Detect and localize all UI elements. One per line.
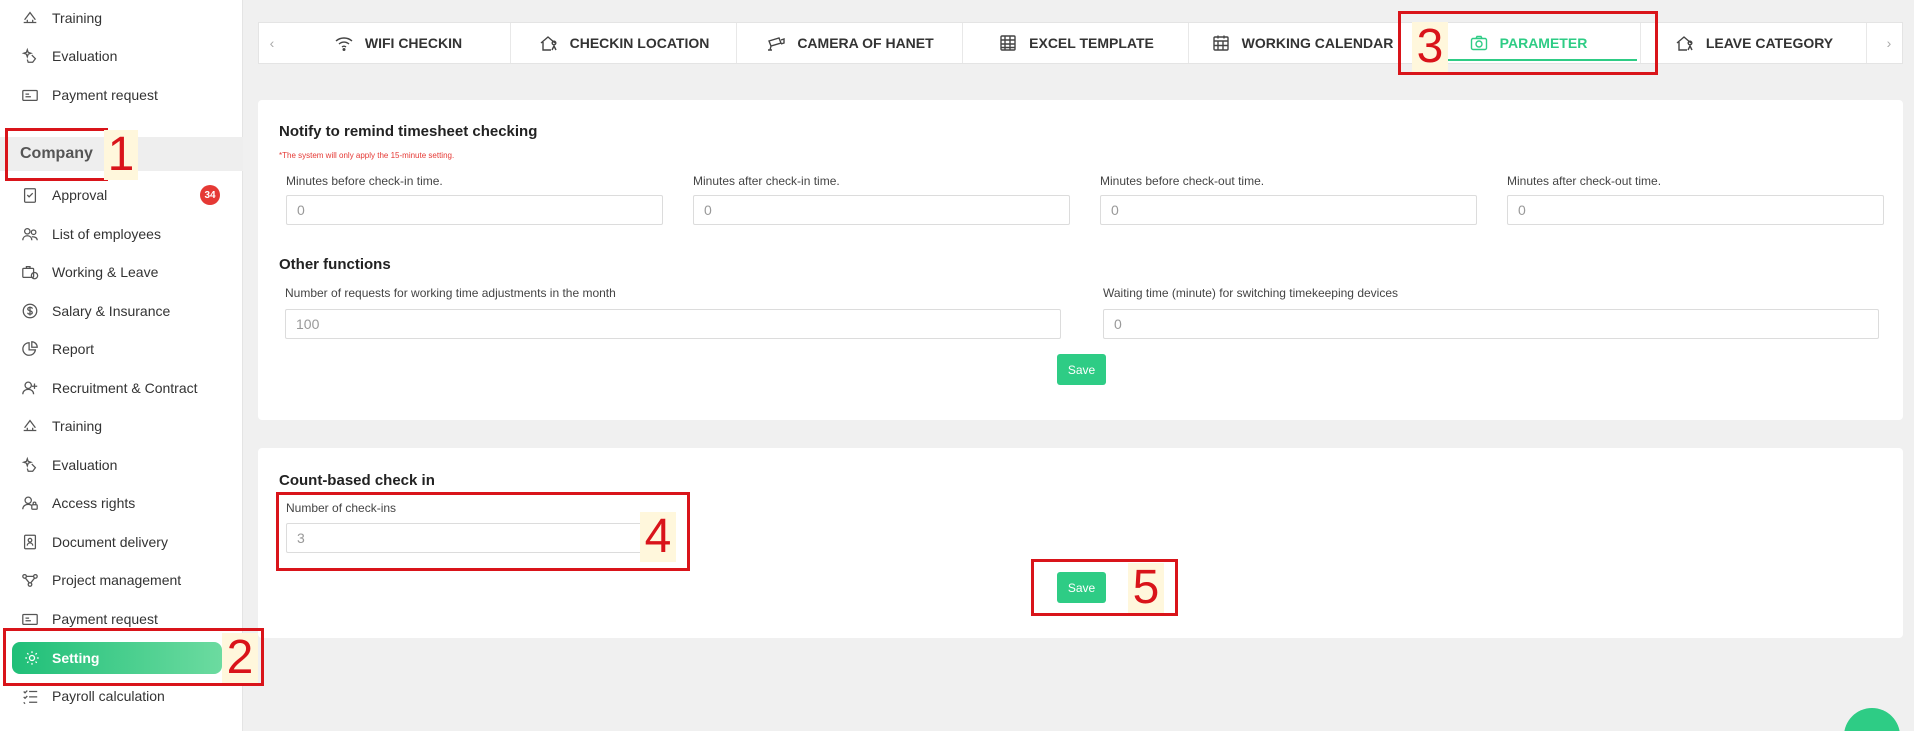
annotation-number-5: 5 (1128, 563, 1164, 613)
sidebar-item-recruitment-contract[interactable]: Recruitment & Contract (20, 373, 198, 403)
sidebar-item-label: Salary & Insurance (52, 303, 171, 319)
minutes-before-checkin-input[interactable]: 0 (286, 195, 663, 225)
sidebar-item-report[interactable]: Report (20, 334, 94, 364)
tab-label: WIFI CHECKIN (364, 35, 463, 51)
sidebar-item-training-top[interactable]: Training (20, 3, 102, 33)
sidebar-item-label: Payment request (52, 611, 158, 627)
report-icon (20, 339, 40, 359)
tab-label: EXCEL TEMPLATE (1029, 35, 1154, 51)
tab-label: CHECKIN LOCATION (569, 35, 710, 51)
sidebar-item-training[interactable]: Training (20, 411, 102, 441)
payroll-icon (20, 686, 40, 706)
minutes-after-checkout-label: Minutes after check-out time. (1507, 174, 1662, 188)
count-based-title: Count-based check in (279, 472, 435, 489)
wifi-icon (333, 32, 355, 54)
annotation-number-3: 3 (1412, 22, 1448, 72)
approval-count-badge: 34 (200, 185, 220, 205)
tab-camera-of-hanet[interactable]: CAMERA OF HANET (737, 23, 963, 63)
adjustment-requests-input[interactable]: 100 (285, 309, 1061, 339)
document-icon (20, 532, 40, 552)
leave-icon (1674, 32, 1696, 54)
adjustment-requests-label: Number of requests for working time adju… (285, 286, 616, 300)
annotation-box-1 (5, 128, 108, 181)
sidebar-item-salary-insurance[interactable]: Salary & Insurance (20, 296, 170, 326)
sidebar-item-label: Access rights (52, 495, 136, 511)
sidebar-item-label: Approval (52, 187, 108, 203)
project-icon (20, 570, 40, 590)
sidebar-item-project-management[interactable]: Project management (20, 565, 181, 595)
tab-scroll-left-button[interactable]: ‹ (259, 23, 285, 63)
sidebar-item-label: List of employees (52, 226, 161, 242)
support-chat-button[interactable] (1844, 708, 1900, 731)
sidebar-item-label: Evaluation (52, 48, 118, 64)
evaluation-icon (20, 455, 40, 475)
sidebar-item-label: Recruitment & Contract (52, 380, 198, 396)
tab-label: WORKING CALENDAR (1241, 35, 1394, 51)
annotation-number-4: 4 (640, 512, 676, 562)
tab-leave-category[interactable]: LEAVE CATEGORY (1641, 23, 1867, 63)
payment-icon (20, 609, 40, 629)
sidebar-item-label: Training (52, 10, 103, 26)
sidebar-item-list-of-employees[interactable]: List of employees (20, 219, 161, 249)
sidebar-item-document-delivery[interactable]: Document delivery (20, 527, 168, 557)
approval-icon (20, 185, 40, 205)
recruitment-icon (20, 378, 40, 398)
device-waiting-time-input[interactable]: 0 (1103, 309, 1879, 339)
remind-note: *The system will only apply the 15-minut… (279, 151, 455, 160)
sidebar-item-label: Working & Leave (52, 264, 159, 280)
device-waiting-time-label: Waiting time (minute) for switching time… (1103, 286, 1399, 300)
sidebar-item-label: Document delivery (52, 534, 168, 550)
tab-checkin-location[interactable]: CHECKIN LOCATION (511, 23, 737, 63)
minutes-before-checkout-label: Minutes before check-out time. (1100, 174, 1265, 188)
minutes-after-checkin-input[interactable]: 0 (693, 195, 1070, 225)
sidebar-item-evaluation[interactable]: Evaluation (20, 450, 117, 480)
save-button[interactable]: Save (1057, 354, 1106, 385)
minutes-after-checkin-label: Minutes after check-in time. (693, 174, 840, 188)
sidebar: Training Evaluation Payment request Comp… (0, 0, 243, 731)
sidebar-item-label: Evaluation (52, 457, 118, 473)
tab-wifi-checkin[interactable]: WIFI CHECKIN (285, 23, 511, 63)
sidebar-item-label: Report (52, 341, 95, 357)
parameter-settings-card: Notify to remind timesheet checking *The… (258, 100, 1903, 420)
training-icon (20, 416, 40, 436)
sidebar-item-label: Payroll calculation (52, 688, 165, 704)
minutes-before-checkout-input[interactable]: 0 (1100, 195, 1477, 225)
remind-section-title: Notify to remind timesheet checking (279, 123, 538, 140)
spreadsheet-icon (997, 32, 1019, 54)
sidebar-item-working-leave[interactable]: Working & Leave (20, 257, 158, 287)
tab-label: LEAVE CATEGORY (1705, 35, 1834, 51)
camera-icon (765, 32, 787, 54)
sidebar-item-label: Payment request (52, 87, 158, 103)
payment-icon (20, 85, 40, 105)
sidebar-item-evaluation-top[interactable]: Evaluation (20, 41, 117, 71)
minutes-before-checkin-label: Minutes before check-in time. (286, 174, 443, 188)
sidebar-item-access-rights[interactable]: Access rights (20, 488, 135, 518)
annotation-number-1: 1 (104, 130, 138, 180)
access-rights-icon (20, 493, 40, 513)
tab-working-calendar[interactable]: WORKING CALENDAR (1189, 23, 1415, 63)
location-icon (538, 32, 560, 54)
sidebar-item-approval[interactable]: Approval (20, 180, 107, 210)
sidebar-item-payment-request-top[interactable]: Payment request (20, 80, 158, 110)
annotation-box-4 (276, 492, 690, 571)
annotation-number-2: 2 (222, 633, 258, 683)
tab-excel-template[interactable]: EXCEL TEMPLATE (963, 23, 1189, 63)
tab-label: CAMERA OF HANET (797, 35, 934, 51)
evaluation-icon (20, 46, 40, 66)
working-leave-icon (20, 262, 40, 282)
sidebar-item-label: Training (52, 418, 103, 434)
salary-icon (20, 301, 40, 321)
calendar-icon (1210, 32, 1232, 54)
employees-icon (20, 224, 40, 244)
sidebar-item-label: Project management (52, 572, 182, 588)
other-functions-title: Other functions (279, 256, 391, 273)
training-icon (20, 8, 40, 28)
minutes-after-checkout-input[interactable]: 0 (1507, 195, 1884, 225)
tab-scroll-right-button[interactable]: › (1876, 23, 1902, 63)
